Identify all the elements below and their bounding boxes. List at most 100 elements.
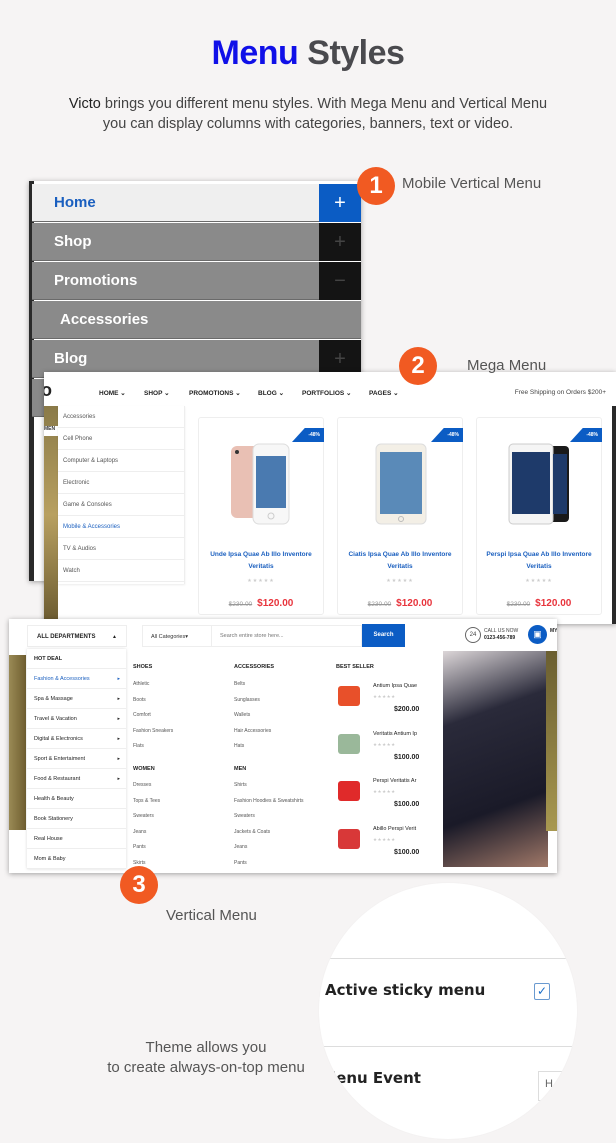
mobile-menu-item-promotions[interactable]: Promotions − xyxy=(32,262,361,300)
brand-name: Victo xyxy=(68,96,101,112)
best-seller-item[interactable]: Veritatis Antium Ip ★★★★★ $100.00 xyxy=(338,728,428,776)
nav-pages[interactable]: PAGES ⌄ xyxy=(369,389,399,397)
mobile-menu-item-home[interactable]: Home + xyxy=(32,184,361,222)
my-account-label[interactable]: MY xyxy=(550,628,557,634)
column-link[interactable]: Pants xyxy=(133,844,146,850)
product-name[interactable]: Perspi Veritatis Ar xyxy=(373,778,423,784)
product-card[interactable]: -48% Unde Ipsa Quae Ab Illo Inventore Ve… xyxy=(198,417,324,615)
best-seller-item[interactable]: Abillo Perspi Verit ★★★★★ $100.00 xyxy=(338,823,428,871)
dept-item[interactable]: Spa & Massage ▸ xyxy=(27,689,126,709)
dept-item[interactable]: Digital & Electronics ▸ xyxy=(27,729,126,749)
cart-icon[interactable]: ▣ xyxy=(528,625,547,644)
price: $230.00 $120.00 xyxy=(477,593,601,611)
dept-item[interactable]: Book Stationery xyxy=(27,809,126,829)
category-select[interactable]: All Categories▾ xyxy=(142,625,212,647)
product-name[interactable]: Unde Ipsa Quae Ab Illo Inventore Veritat… xyxy=(205,549,317,573)
dept-label: Digital & Electronics xyxy=(34,736,83,742)
column-link[interactable]: Dresses xyxy=(133,782,151,788)
column-link[interactable]: Sweaters xyxy=(133,813,154,819)
product-name[interactable]: Ciatis Ipsa Quae Ab Illo Inventore Verit… xyxy=(344,549,456,573)
dept-item-hot-deal[interactable]: HOT DEAL xyxy=(27,649,126,669)
nav-shop[interactable]: SHOP ⌄ xyxy=(144,389,170,397)
product-name[interactable]: Perspi Ipsa Quae Ab Illo Inventore Verit… xyxy=(483,549,595,573)
column-link[interactable]: Shirts xyxy=(234,782,247,788)
column-link[interactable]: Boots xyxy=(133,697,146,703)
nav-promotions[interactable]: PROMOTIONS ⌄ xyxy=(189,389,241,397)
column-link[interactable]: Pants xyxy=(234,860,247,866)
desc-line-2: to create always-on-top menu xyxy=(107,1059,305,1076)
menu-event-select[interactable]: H xyxy=(538,1071,577,1101)
category-item[interactable]: Watch xyxy=(58,560,184,582)
nav-home[interactable]: HOME ⌄ xyxy=(99,389,126,397)
column-link[interactable]: Comfort xyxy=(133,712,151,718)
column-link[interactable]: Jeans xyxy=(234,844,247,850)
rating-stars: ★★★★★ xyxy=(247,578,275,584)
category-item[interactable]: Cell Phone xyxy=(58,428,184,450)
chevron-right-icon: ▸ xyxy=(117,716,120,722)
column-link[interactable]: Jeans xyxy=(133,829,146,835)
best-seller-item[interactable]: Antium Ipsa Quae ★★★★★ $200.00 xyxy=(338,680,428,728)
dept-item[interactable]: Health & Beauty xyxy=(27,789,126,809)
page-title: Menu Styles xyxy=(0,34,616,73)
all-departments-button[interactable]: ALL DEPARTMENTS ▲ xyxy=(27,625,127,647)
column-link[interactable]: Flats xyxy=(133,743,144,749)
promo-banner-image[interactable] xyxy=(443,651,548,867)
column-link[interactable]: Tops & Tees xyxy=(133,798,160,804)
column-link[interactable]: Jackets & Coats xyxy=(234,829,270,835)
product-name[interactable]: Abillo Perspi Verit xyxy=(373,826,423,832)
rating-stars: ★★★★★ xyxy=(373,742,396,747)
dept-item[interactable]: Sport & Entertaiment ▸ xyxy=(27,749,126,769)
column-heading-shoes: SHOES xyxy=(133,664,153,670)
dept-item[interactable]: Food & Restaurant ▸ xyxy=(27,769,126,789)
sale-price: $120.00 xyxy=(257,598,294,609)
product-name[interactable]: Antium Ipsa Quae xyxy=(373,683,423,689)
column-link[interactable]: Wallets xyxy=(234,712,250,718)
dept-label: Mom & Baby xyxy=(34,856,66,862)
chevron-right-icon: ▸ xyxy=(117,776,120,782)
old-price: $230.00 xyxy=(228,601,253,608)
column-link[interactable]: Belts xyxy=(234,681,245,687)
menu-item-label: Home xyxy=(54,194,96,211)
discount-badge: -48% xyxy=(431,428,463,442)
category-item-active[interactable]: Mobile & Accessories xyxy=(58,516,184,538)
phone-24-icon: 24 xyxy=(465,627,481,643)
dept-item-active[interactable]: Fashion & Accessories ▸ xyxy=(27,669,126,689)
expand-plus-icon[interactable]: + xyxy=(319,223,361,261)
dept-label: Real House xyxy=(34,836,63,842)
category-item[interactable]: TV & Audios xyxy=(58,538,184,560)
dept-item[interactable]: Travel & Vacation ▸ xyxy=(27,709,126,729)
product-card[interactable]: -48% Ciatis Ipsa Quae Ab Illo Inventore … xyxy=(337,417,463,615)
dept-item[interactable]: Real House xyxy=(27,829,126,849)
column-link[interactable]: Hair Accessories xyxy=(234,728,271,734)
sticky-menu-label: Active sticky menu xyxy=(325,981,486,999)
sale-price: $120.00 xyxy=(535,598,572,609)
category-item[interactable]: Accessories xyxy=(58,406,184,428)
nav-blog[interactable]: BLOG ⌄ xyxy=(258,389,284,397)
mega-menu: o HOME ⌄ SHOP ⌄ PROMOTIONS ⌄ BLOG ⌄ PORT… xyxy=(44,372,616,624)
menu-item-label: Blog xyxy=(54,350,88,367)
column-link[interactable]: Hats xyxy=(234,743,244,749)
sticky-menu-checkbox[interactable]: ✓ xyxy=(534,983,550,1000)
logo[interactable]: o xyxy=(44,380,52,401)
background-image: MEN xyxy=(44,406,58,624)
background-image xyxy=(9,655,26,830)
mobile-menu-item-accessories[interactable]: Accessories xyxy=(32,301,361,339)
dept-item[interactable]: Mom & Baby xyxy=(27,849,126,869)
column-link[interactable]: Athletic xyxy=(133,681,149,687)
category-item[interactable]: Electronic xyxy=(58,472,184,494)
product-card[interactable]: -48% Perspi Ipsa Quae Ab Illo Inventore … xyxy=(476,417,602,615)
category-item[interactable]: Game & Consoles xyxy=(58,494,184,516)
column-link[interactable]: Sunglasses xyxy=(234,697,260,703)
search-button[interactable]: Search xyxy=(362,624,405,647)
column-link[interactable]: Fashion Hoodies & Sweatshirts xyxy=(234,798,303,804)
column-link[interactable]: Fashion Sneakers xyxy=(133,728,173,734)
nav-portfolios[interactable]: PORTFOLIOS ⌄ xyxy=(302,389,352,397)
search-input[interactable] xyxy=(212,625,362,647)
best-seller-item[interactable]: Perspi Veritatis Ar ★★★★★ $100.00 xyxy=(338,775,428,823)
expand-plus-icon[interactable]: + xyxy=(319,184,361,222)
product-name[interactable]: Veritatis Antium Ip xyxy=(373,731,423,737)
category-item[interactable]: Computer & Laptops xyxy=(58,450,184,472)
mobile-menu-item-shop[interactable]: Shop + xyxy=(32,223,361,261)
column-link[interactable]: Sweaters xyxy=(234,813,255,819)
collapse-minus-icon[interactable]: − xyxy=(319,262,361,300)
